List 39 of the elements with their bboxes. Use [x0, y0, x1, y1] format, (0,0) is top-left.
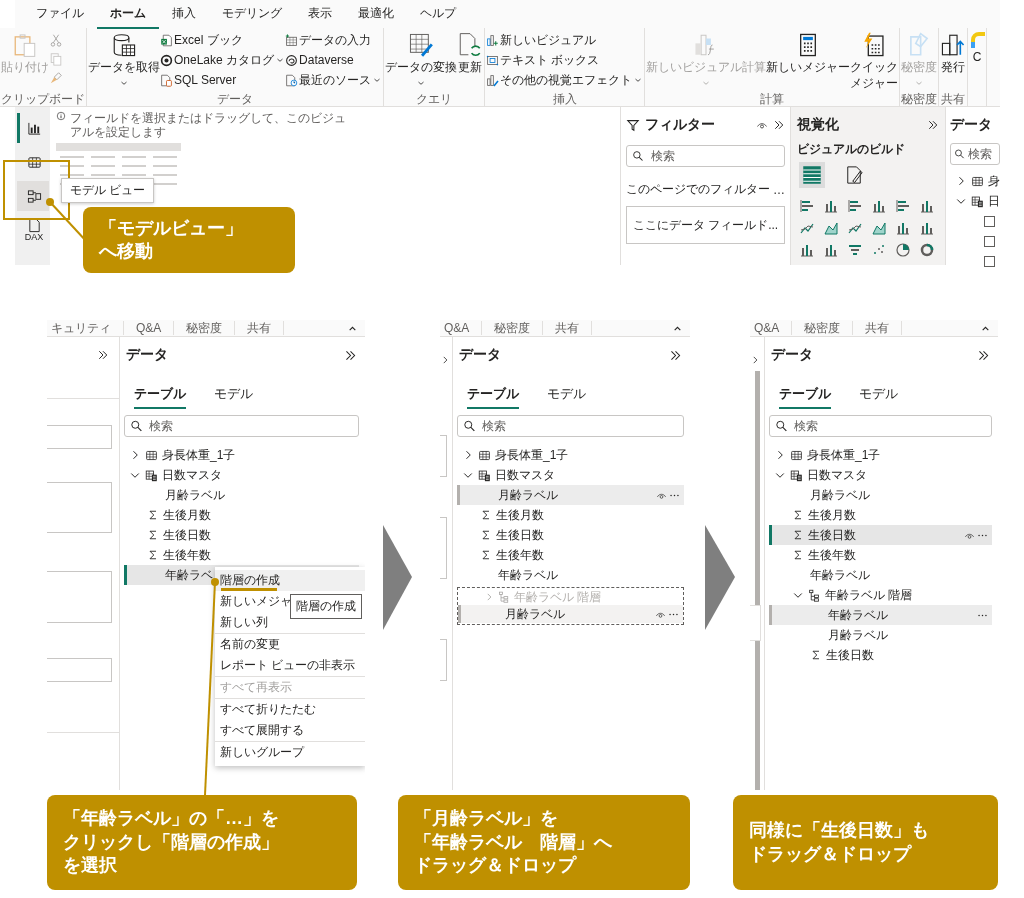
ribbon-group-label: 共有	[235, 321, 285, 335]
callout-text: クリックし「階層の作成」	[63, 830, 279, 854]
ribbon-group-label: 秘密度	[174, 321, 236, 335]
ribbon-group-label: 共有	[543, 321, 593, 335]
group-label: 挿入	[551, 92, 578, 106]
callout-text: 同様に「生後日数」も	[749, 819, 929, 843]
group-label: クリップボード	[1, 92, 85, 106]
callout-text: を選択	[63, 854, 117, 878]
ribbon-group-label: Q&A	[440, 321, 483, 335]
ribbon-group-label: 秘密度	[482, 321, 544, 335]
ribbon-group-label: 共有	[853, 321, 903, 335]
callout-text: 「モデルビュー」	[99, 216, 243, 240]
pane-title: データ	[950, 116, 993, 134]
pane-title: データ	[126, 346, 168, 364]
ribbon-group-label: キュリティ	[47, 321, 124, 335]
section-title: このページでのフィルター	[626, 181, 770, 198]
section-title: ビジュアルのビルド	[797, 141, 906, 158]
ribbon-group-label: Q&A	[124, 321, 175, 335]
group-label: 共有	[940, 92, 967, 106]
callout-text: へ移動	[99, 240, 153, 263]
callout-text: 「年齢ラベル 階層」へ	[414, 830, 612, 854]
group-label: 計算	[759, 92, 786, 107]
callout-text: 「年齢ラベル」の「…」を	[63, 807, 279, 831]
group-label: 秘密度	[901, 92, 938, 106]
callout-text: 「月齢ラベル」を	[414, 807, 558, 831]
callout-text: ドラッグ＆ドロップ	[749, 842, 911, 866]
visual-hint: フィールドを選択またはドラッグして、このビジュアルを設定します	[70, 111, 347, 140]
ribbon-group-label: Q&A	[750, 321, 793, 335]
pane-title: データ	[771, 346, 813, 364]
pane-title: データ	[459, 346, 501, 364]
pane-title: フィルター	[645, 116, 716, 134]
tooltip: 階層の作成	[290, 594, 362, 619]
group-label: データ	[216, 92, 254, 106]
group-label: クエリ	[415, 92, 454, 106]
tooltip: モデル ビュー	[61, 178, 155, 203]
hierarchy-ghost-label: 年齢ラベル 階層	[514, 588, 602, 606]
callout-text: ドラッグ＆ドロップ	[414, 854, 576, 878]
pane-title: 視覚化	[797, 116, 840, 134]
ribbon-group-label: 秘密度	[792, 321, 854, 335]
